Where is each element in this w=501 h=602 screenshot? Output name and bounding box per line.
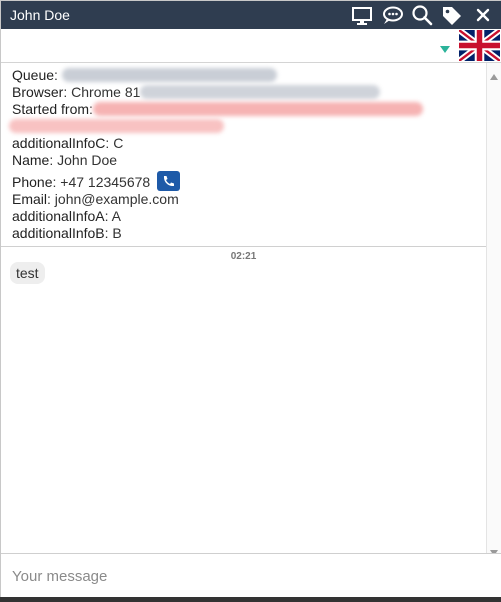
language-toolbar xyxy=(1,27,501,64)
queue-row: Queue: xyxy=(12,67,475,84)
browser-detail-redacted xyxy=(140,85,381,99)
phone-value: +47 12345678 xyxy=(60,174,151,190)
window-title: John Doe xyxy=(10,7,70,23)
started-from-label: Started from xyxy=(12,101,90,117)
chat-transcript[interactable]: 02:21 test xyxy=(1,247,486,552)
monitor-icon[interactable] xyxy=(350,4,374,26)
email-value[interactable]: john@example.com xyxy=(55,191,179,207)
browser-label: Browser xyxy=(12,84,64,100)
phone-icon xyxy=(164,176,175,187)
chat-bubble-icon[interactable] xyxy=(380,4,404,26)
additional-info-c-value: C xyxy=(113,135,124,151)
phone-label: Phone xyxy=(12,174,53,190)
email-row: Email: john@example.com xyxy=(12,191,179,207)
message-bubble: test xyxy=(10,262,45,284)
browser-value: Chrome 81 xyxy=(71,84,141,100)
bottom-edge xyxy=(0,597,501,602)
phone-row: Phone: +47 12345678 xyxy=(12,169,475,191)
name-row: Name: John Doe xyxy=(12,152,118,168)
additional-info-c-label: additionalInfoC xyxy=(12,135,106,151)
started-from-url-redacted-2[interactable] xyxy=(9,119,224,133)
scroll-up-icon[interactable] xyxy=(490,67,498,80)
additional-info-c-row: additionalInfoC: C xyxy=(12,135,124,151)
started-from-url-redacted[interactable] xyxy=(92,102,423,116)
queue-label: Queue xyxy=(12,67,55,83)
additional-info-a-value: A xyxy=(111,208,121,224)
started-from-row: Started from: xyxy=(9,101,475,135)
additional-info-b-row: additionalInfoB: B xyxy=(12,225,122,241)
email-label: Email xyxy=(12,191,48,207)
tag-icon[interactable] xyxy=(440,4,464,26)
chevron-down-icon[interactable] xyxy=(438,41,452,53)
additional-info-a-label: additionalInfoA xyxy=(12,208,105,224)
search-icon[interactable] xyxy=(410,4,434,26)
message-input[interactable] xyxy=(1,554,500,598)
scrollbar[interactable] xyxy=(486,63,501,556)
name-label: Name xyxy=(12,152,50,168)
browser-row: Browser: Chrome 81 xyxy=(12,84,475,101)
name-value: John Doe xyxy=(57,152,118,168)
uk-flag-icon[interactable] xyxy=(457,27,501,64)
additional-info-b-label: additionalInfoB xyxy=(12,225,105,241)
composer xyxy=(1,553,501,598)
scroll-down-icon[interactable] xyxy=(490,543,498,556)
additional-info-a-row: additionalInfoA: A xyxy=(12,208,121,224)
message-timestamp: 02:21 xyxy=(230,251,257,262)
title-bar: John Doe xyxy=(1,1,501,29)
visitor-info-panel: Queue: Browser: Chrome 81 Started from: … xyxy=(1,63,486,247)
close-icon[interactable] xyxy=(471,4,495,26)
queue-value-redacted xyxy=(61,68,277,82)
call-button[interactable] xyxy=(157,171,181,191)
chat-window: John Doe Queue: Browser: Chrome 81 Start… xyxy=(0,0,501,602)
additional-info-b-value: B xyxy=(112,225,122,241)
